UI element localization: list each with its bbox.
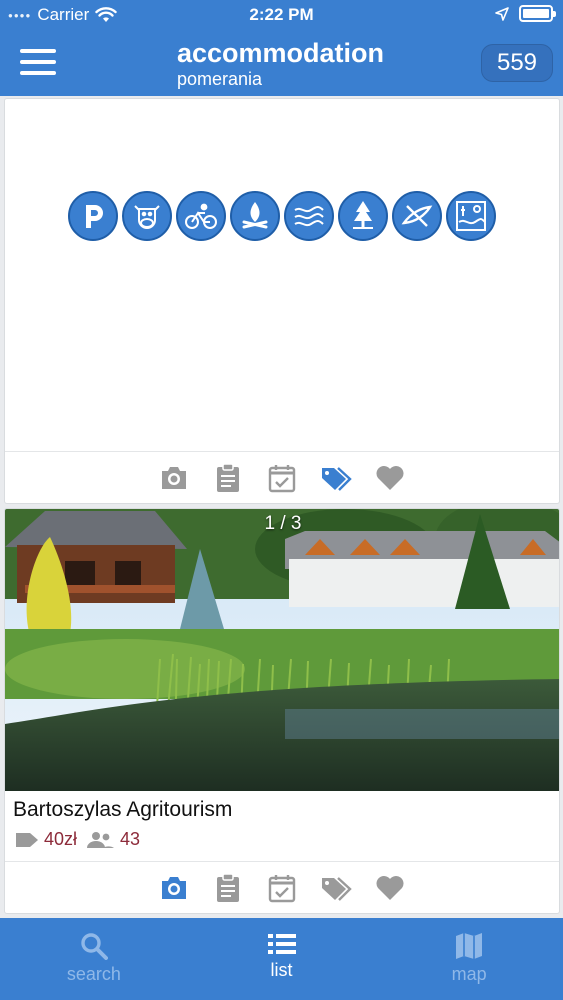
tab-search[interactable]: search (0, 918, 188, 1000)
amenity-icons (68, 191, 496, 241)
river-icon (284, 191, 334, 241)
price-item: 40zł (15, 829, 77, 850)
favorite-button[interactable] (374, 872, 406, 904)
status-bar: ●●●● Carrier 2:22 PM (0, 0, 563, 30)
kayak-icon (392, 191, 442, 241)
capacity-item: 43 (85, 829, 140, 850)
menu-line (20, 60, 56, 64)
listing-card[interactable] (4, 98, 560, 504)
page-subtitle: pomerania (177, 69, 263, 89)
location-arrow-icon (495, 6, 509, 21)
calendar-button[interactable] (266, 462, 298, 494)
listing-title[interactable]: Bartoszylas Agritourism (13, 798, 232, 822)
calendar-icon (268, 874, 296, 902)
favorite-button[interactable] (374, 462, 406, 494)
bottom-tab-bar: search list map (0, 918, 563, 1000)
tab-label: search (66, 964, 121, 984)
parking-icon (68, 191, 118, 241)
calendar-button[interactable] (266, 872, 298, 904)
agritourism-photo (5, 509, 559, 791)
details-button[interactable] (212, 462, 244, 494)
favorite-icon (376, 465, 404, 490)
card-actions (5, 451, 559, 503)
details-icon (217, 872, 239, 902)
menu-line (20, 49, 56, 53)
cycling-icon (176, 191, 226, 241)
tags-button[interactable] (320, 872, 352, 904)
tags-button[interactable] (320, 462, 352, 494)
forest-icon (338, 191, 388, 241)
tags-icon (322, 466, 352, 491)
cow-icon (122, 191, 172, 241)
menu-button[interactable] (20, 49, 56, 75)
tags-icon (322, 876, 352, 901)
campfire-icon (230, 191, 280, 241)
status-time: 2:22 PM (249, 5, 314, 24)
map-icon (456, 933, 483, 959)
details-button[interactable] (212, 872, 244, 904)
listing-photo[interactable]: 1 / 3 (5, 509, 559, 791)
result-count-badge: 559 (481, 44, 553, 82)
top-bar: ●●●● Carrier 2:22 PM accommodation pomer… (0, 0, 563, 96)
people-icon (87, 831, 115, 848)
battery-icon (519, 5, 556, 22)
tab-list[interactable]: list (188, 918, 376, 1000)
calendar-icon (268, 464, 296, 492)
list-icon (267, 934, 296, 954)
status-right (495, 5, 556, 22)
price-value: 40zł (44, 829, 78, 849)
listing-card[interactable]: 1 / 3 Bartoszylas Agritourism 40zł 43 (4, 508, 560, 914)
photos-button[interactable] (158, 462, 190, 494)
tab-label: list (270, 960, 293, 980)
tab-label: map (451, 964, 487, 984)
page-title: accommodation (177, 38, 385, 68)
capacity-value: 43 (120, 829, 141, 849)
photos-icon (162, 876, 186, 899)
details-icon (217, 462, 239, 492)
search-icon (81, 933, 108, 960)
tab-map[interactable]: map (375, 918, 563, 1000)
price-tag-icon (16, 832, 38, 847)
menu-line (20, 71, 56, 75)
photos-icon (162, 466, 186, 489)
header-title-block: accommodation pomerania (177, 38, 384, 90)
listing-meta: 40zł 43 (15, 829, 140, 850)
lake-view-icon (446, 191, 496, 241)
photos-button[interactable] (158, 872, 190, 904)
photo-counter: 1 / 3 (264, 513, 302, 534)
favorite-icon (376, 875, 404, 900)
card-actions (5, 861, 559, 913)
